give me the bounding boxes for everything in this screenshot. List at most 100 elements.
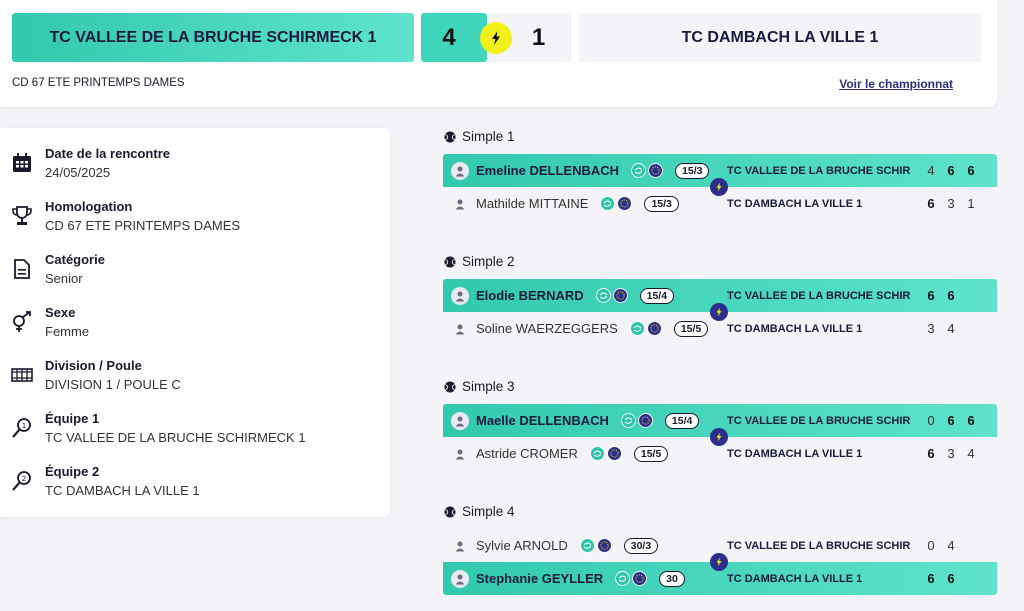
- info-title: Équipe 2: [45, 464, 100, 479]
- set-score: 4: [927, 163, 935, 178]
- set-score: 4: [947, 321, 955, 336]
- player-name[interactable]: Soline WAERZEGGERS: [476, 321, 618, 336]
- europe-badge-icon: [617, 196, 633, 211]
- set-score: 6: [927, 446, 935, 461]
- player-badges: [579, 538, 612, 553]
- set-score: 3: [947, 196, 955, 211]
- info-title: Division / Poule: [45, 358, 142, 373]
- championship-link[interactable]: Voir le championnat: [839, 77, 953, 91]
- racket-2-icon: 2: [12, 471, 31, 491]
- player-name[interactable]: Sylvie ARNOLD: [476, 538, 568, 553]
- info-sex: Sexe Femme: [0, 305, 390, 355]
- set-score: 6: [927, 288, 935, 303]
- match-card[interactable]: Sylvie ARNOLD 30/3 TC VALLEE DE LA BRUCHE …: [443, 529, 997, 595]
- info-value: 24/05/2025: [45, 165, 111, 180]
- avatar: [451, 537, 469, 555]
- player-badges: [600, 196, 633, 211]
- bolt-icon: [480, 22, 512, 54]
- player-rank-badge: 15/4: [664, 412, 700, 429]
- avatar: [451, 161, 469, 180]
- player-badges: [631, 163, 664, 178]
- info-team-1: 1 Équipe 1 TC VALLEE DE LA BRUCHE SCHIRM…: [0, 411, 390, 461]
- info-value: Femme: [45, 324, 90, 339]
- set-score: 4: [947, 538, 955, 553]
- set-score: 6: [967, 163, 975, 178]
- set-score: 6: [947, 571, 955, 586]
- set-scores: 66: [921, 288, 961, 303]
- set-score: 3: [947, 446, 955, 461]
- set-score: 6: [927, 196, 935, 211]
- europe-badge-icon: [596, 538, 612, 553]
- info-division: Division / Poule DIVISION 1 / POULE C: [0, 358, 390, 408]
- set-score: 0: [927, 413, 935, 428]
- player-rank-badge: 15/3: [675, 162, 710, 179]
- player-rank-badge: 15/4: [639, 287, 675, 304]
- player-team: TC DAMBACH LA VILLE 1: [727, 447, 863, 460]
- info-value: TC VALLEE DE LA BRUCHE SCHIRMECK 1: [45, 430, 306, 445]
- player-rank-badge: 15/5: [673, 320, 709, 337]
- player-team: TC VALLEE DE LA BRUCHE SCHIR...: [727, 539, 911, 552]
- europe-badge-icon: [646, 321, 662, 336]
- europe-badge-icon: [612, 288, 628, 303]
- match-label-text: Simple 4: [462, 504, 515, 519]
- player-rank-badge: 30: [659, 570, 685, 587]
- bolt-icon: [710, 428, 728, 446]
- player-team: TC DAMBACH LA VILLE 1: [727, 197, 863, 210]
- match-card[interactable]: Emeline DELLENBACH 15/3 TC VALLEE DE LA BR…: [443, 154, 997, 220]
- away-team-name[interactable]: TC DAMBACH LA VILLE 1: [579, 13, 981, 62]
- match-label-text: Simple 1: [462, 129, 515, 144]
- set-score: 0: [927, 538, 935, 553]
- player-team: TC DAMBACH LA VILLE 1: [727, 322, 863, 335]
- player-name[interactable]: Mathilde MITTAINE: [476, 196, 588, 211]
- player-name[interactable]: Astride CROMER: [476, 446, 578, 461]
- europe-badge-icon: [606, 446, 622, 461]
- set-scores: 466: [921, 163, 981, 178]
- match-card[interactable]: Elodie BERNARD 15/4 TC VALLEE DE LA BRUCHE…: [443, 279, 997, 345]
- player-badges: [615, 571, 648, 586]
- player-name[interactable]: Elodie BERNARD: [476, 288, 584, 303]
- player-team: TC DAMBACH LA VILLE 1: [727, 572, 863, 585]
- club-badge-icon: [589, 446, 605, 461]
- info-value: DIVISION 1 / POULE C: [45, 377, 181, 392]
- avatar: [451, 445, 469, 463]
- player-badges: [589, 446, 622, 461]
- player-team: TC VALLEE DE LA BRUCHE SCHIR...: [727, 289, 911, 302]
- set-scores: 631: [921, 196, 981, 211]
- info-title: Sexe: [45, 305, 76, 320]
- home-team-name[interactable]: TC VALLEE DE LA BRUCHE SCHIRMECK 1: [12, 13, 414, 62]
- set-scores: 34: [921, 321, 961, 336]
- match-header: TC VALLEE DE LA BRUCHE SCHIRMECK 1 4 1 T…: [0, 0, 997, 107]
- avatar: [451, 569, 469, 588]
- set-scores: 66: [921, 571, 961, 586]
- set-scores: 634: [921, 446, 981, 461]
- player-rank-badge: 15/3: [644, 195, 679, 212]
- avatar: [451, 411, 469, 430]
- avatar: [451, 286, 469, 305]
- set-score: 6: [967, 413, 975, 428]
- club-badge-icon: [631, 163, 647, 178]
- svg-text:1: 1: [22, 422, 26, 430]
- set-scores: 04: [921, 538, 961, 553]
- player-rank-badge: 30/3: [623, 537, 659, 554]
- europe-badge-icon: [637, 413, 653, 428]
- club-badge-icon: [595, 288, 611, 303]
- match-label: Simple 1: [444, 129, 515, 144]
- bolt-icon: [710, 553, 728, 571]
- player-name[interactable]: Maelle DELLENBACH: [476, 413, 609, 428]
- home-score: 4: [421, 13, 487, 62]
- set-score: 3: [927, 321, 935, 336]
- player-badges: [629, 321, 662, 336]
- club-badge-icon: [629, 321, 645, 336]
- match-card[interactable]: Maelle DELLENBACH 15/4 TC VALLEE DE LA BRU…: [443, 404, 997, 470]
- player-name[interactable]: Emeline DELLENBACH: [476, 163, 619, 178]
- match-label: Simple 2: [444, 254, 515, 269]
- tennis-ball-icon: [444, 381, 456, 392]
- match-label-text: Simple 3: [462, 379, 515, 394]
- document-icon: [14, 259, 30, 279]
- info-title: Équipe 1: [45, 411, 100, 426]
- player-name[interactable]: Stephanie GEYLLER: [476, 571, 603, 586]
- match-label-text: Simple 2: [462, 254, 515, 269]
- avatar: [451, 320, 469, 338]
- calendar-icon: [13, 153, 31, 172]
- racket-1-icon: 1: [12, 418, 31, 438]
